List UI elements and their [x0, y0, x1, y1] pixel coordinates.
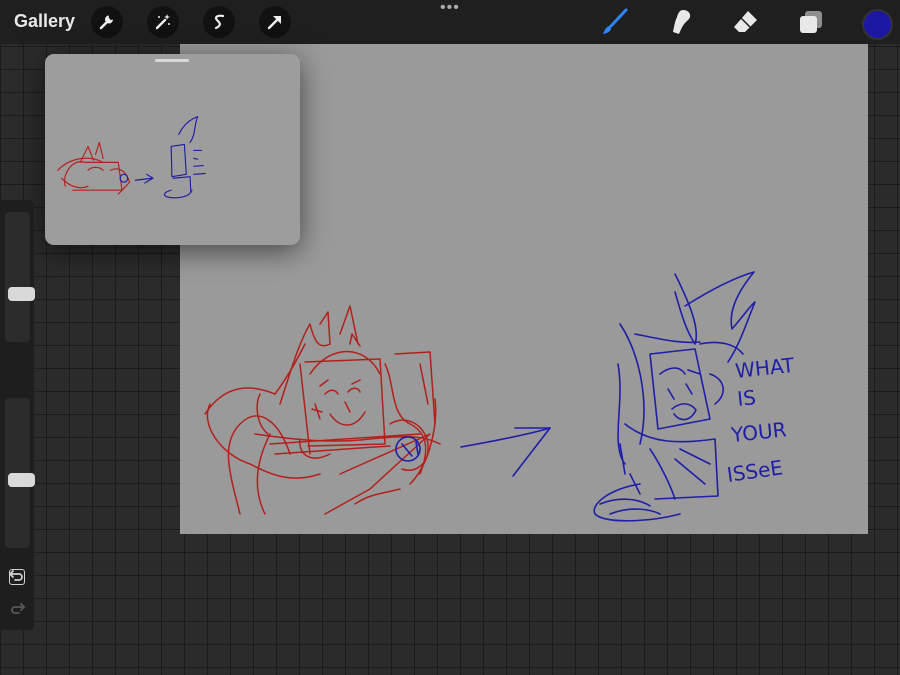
handwritten-line-2: IS — [736, 385, 757, 411]
smudge-icon — [673, 10, 691, 34]
brush-tool-button[interactable] — [598, 6, 630, 38]
more-options-dots[interactable]: ••• — [440, 0, 460, 16]
left-sidebar — [0, 200, 35, 630]
red-sketch-blue-accents — [395, 436, 421, 462]
smudge-tool-button[interactable] — [664, 6, 696, 38]
eraser-tool-button[interactable] — [729, 6, 761, 38]
top-toolbar: Gallery ••• — [0, 0, 900, 44]
layers-icon — [800, 11, 822, 33]
selection-icon — [214, 14, 225, 30]
eraser-icon — [734, 11, 757, 32]
brush-icon — [603, 8, 628, 34]
opacity-thumb[interactable] — [8, 473, 35, 487]
redo-icon[interactable] — [7, 598, 27, 618]
color-picker-swatch[interactable] — [862, 9, 893, 40]
gallery-button[interactable]: Gallery — [14, 11, 75, 32]
opacity-slider[interactable] — [5, 398, 35, 548]
wrench-icon — [99, 15, 113, 30]
magic-wand-icon — [155, 14, 170, 30]
handwritten-line-4: ISSeE — [725, 455, 784, 487]
actions-button[interactable] — [91, 6, 123, 38]
blue-arrow — [460, 427, 551, 477]
red-sketch — [204, 305, 441, 515]
handwritten-line-3: YOUR — [729, 417, 788, 447]
reference-thumbnail — [57, 116, 206, 199]
handwritten-text: WHAT IS YOUR ISSeE — [725, 353, 796, 487]
reference-window[interactable] — [45, 54, 300, 245]
layers-button[interactable] — [795, 6, 827, 38]
undo-icon[interactable] — [7, 565, 27, 585]
selection-button[interactable] — [203, 6, 235, 38]
handwritten-line-1: WHAT — [734, 353, 796, 383]
brush-size-slider[interactable] — [5, 212, 35, 342]
adjustments-button[interactable] — [147, 6, 179, 38]
transform-button[interactable] — [259, 6, 291, 38]
transform-arrow-icon — [267, 16, 281, 30]
brush-size-thumb[interactable] — [8, 287, 35, 301]
